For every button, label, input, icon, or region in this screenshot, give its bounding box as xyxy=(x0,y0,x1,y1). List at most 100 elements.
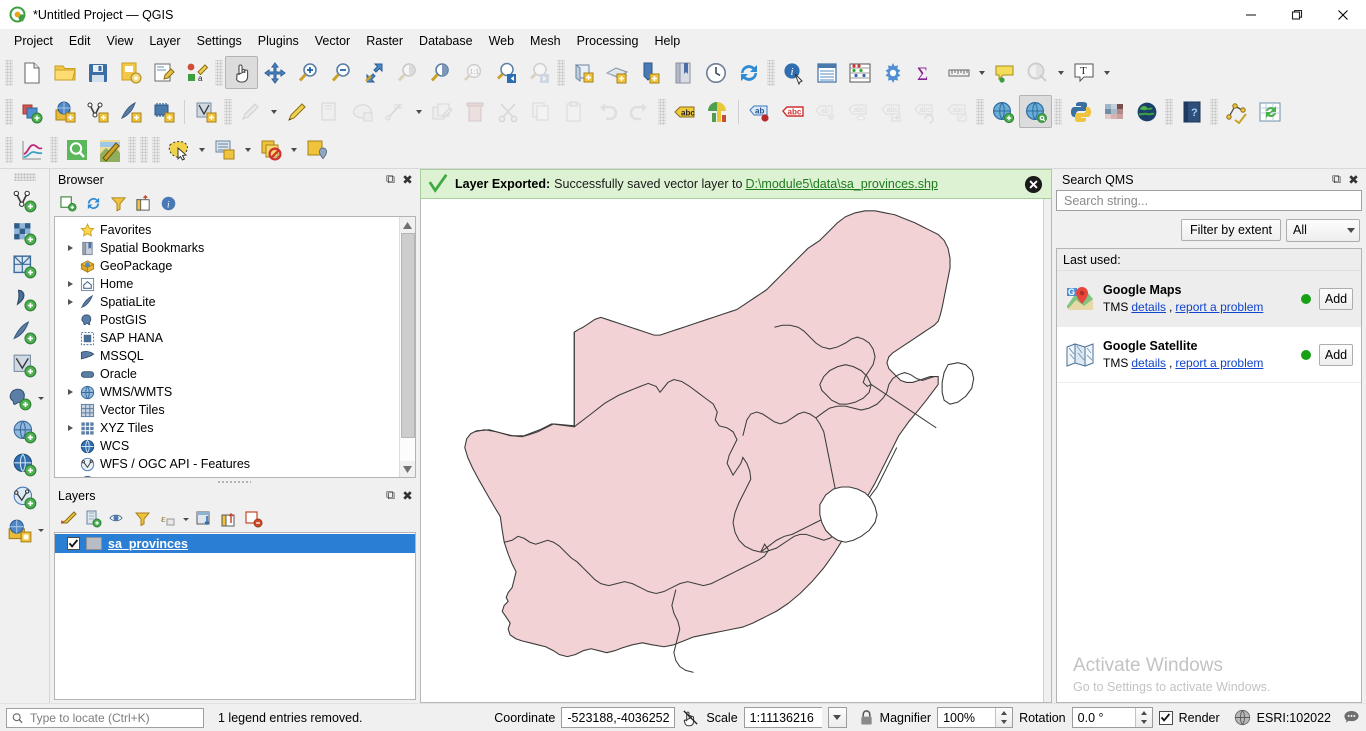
qms-result-google-satellite[interactable]: Google Satellite TMS details, report a p… xyxy=(1057,327,1361,383)
browser-item-mssql[interactable]: MSSQL xyxy=(55,347,399,365)
deselect-dropdown-arrow-icon[interactable] xyxy=(287,133,300,166)
new-gpkg-layer-icon[interactable] xyxy=(147,95,180,128)
qms-search-input[interactable] xyxy=(1062,192,1356,209)
menu-database[interactable]: Database xyxy=(411,31,481,51)
move-label-icon[interactable]: ab xyxy=(809,95,842,128)
undo-icon[interactable] xyxy=(590,95,623,128)
add-mesh-layer-icon[interactable] xyxy=(8,250,41,283)
new-spatialite-layer-icon[interactable] xyxy=(114,95,147,128)
diagram-properties-icon[interactable] xyxy=(701,95,734,128)
toolbar-grip[interactable] xyxy=(1165,98,1173,125)
menu-plugins[interactable]: Plugins xyxy=(250,31,307,51)
menu-edit[interactable]: Edit xyxy=(61,31,99,51)
collapse-all-icon[interactable] xyxy=(131,192,155,214)
zoom-native-resolution-icon[interactable]: 1:1 xyxy=(456,56,489,89)
browser-item-geopackage[interactable]: GeoPackage xyxy=(55,257,399,275)
magnifier-value[interactable]: 100% xyxy=(938,708,995,727)
toggle-editing-icon[interactable] xyxy=(234,95,267,128)
magnifier-spinbox[interactable]: 100% xyxy=(937,707,1014,728)
rotate-label-icon[interactable]: abc xyxy=(908,95,941,128)
toolbar-grip[interactable] xyxy=(5,136,13,163)
change-label-icon[interactable]: abc xyxy=(875,95,908,128)
layer-item-sa-provinces[interactable]: sa_provinces xyxy=(55,534,415,553)
messages-log-icon[interactable] xyxy=(1343,709,1360,726)
expand-all-icon[interactable] xyxy=(192,508,216,530)
message-file-link[interactable]: D:\module5\data\sa_provinces.shp xyxy=(745,177,937,191)
qms-details-link[interactable]: details xyxy=(1131,300,1166,314)
scrollbar-thumb[interactable] xyxy=(400,233,415,438)
add-selected-layers-icon[interactable] xyxy=(56,192,80,214)
qms-details-link[interactable]: details xyxy=(1131,356,1166,370)
lock-scale-icon[interactable] xyxy=(859,709,874,726)
render-checkbox[interactable] xyxy=(1158,710,1173,725)
add-wms-wmts-layer-icon[interactable] xyxy=(8,415,41,448)
browser-item-spatial-bookmarks[interactable]: Spatial Bookmarks xyxy=(55,239,399,257)
remove-layer-icon[interactable] xyxy=(242,508,266,530)
scroll-down-arrow-icon[interactable] xyxy=(399,461,415,477)
add-wms-layer-icon[interactable] xyxy=(48,95,81,128)
label-layer-icon[interactable]: abc xyxy=(668,95,701,128)
add-raster-layer-icon[interactable] xyxy=(8,217,41,250)
qms-results-list[interactable]: Last used: G Google Maps TMS details , r… xyxy=(1056,248,1362,703)
current-edits-icon[interactable] xyxy=(15,95,48,128)
layer-name-label[interactable]: sa_provinces xyxy=(108,537,188,551)
filter-legend-icon[interactable] xyxy=(131,508,155,530)
expand-arrow-icon[interactable] xyxy=(63,275,77,293)
menu-mesh[interactable]: Mesh xyxy=(522,31,569,51)
browser-close-icon[interactable]: ✖ xyxy=(400,172,415,187)
rotation-value[interactable]: 0.0 ° xyxy=(1073,708,1135,727)
save-layer-edits-icon[interactable] xyxy=(313,95,346,128)
globe-plugin-icon[interactable] xyxy=(1130,95,1163,128)
add-group-icon[interactable] xyxy=(81,508,105,530)
browser-item-wcs[interactable]: WCS xyxy=(55,437,399,455)
layers-float-icon[interactable]: ⧉ xyxy=(383,488,398,503)
manage-map-themes-icon[interactable] xyxy=(106,508,130,530)
zoom-next-icon[interactable] xyxy=(522,56,555,89)
refresh-icon[interactable] xyxy=(732,56,765,89)
save-project-icon[interactable] xyxy=(81,56,114,89)
new-virtual-layer-icon[interactable] xyxy=(189,95,222,128)
menu-view[interactable]: View xyxy=(98,31,141,51)
scroll-up-arrow-icon[interactable] xyxy=(399,217,415,233)
rotation-spinbox[interactable]: 0.0 ° xyxy=(1071,707,1153,728)
new-text-annotation-icon[interactable]: T xyxy=(1067,56,1100,89)
plugin-manager-icon[interactable] xyxy=(1097,95,1130,128)
vertex-tool-icon[interactable] xyxy=(379,95,412,128)
measure-dropdown-arrow-icon[interactable] xyxy=(975,56,988,89)
sum-statistics-icon[interactable]: Σ xyxy=(909,56,942,89)
filter-legend-by-expression-icon[interactable]: ε xyxy=(156,508,180,530)
map-canvas[interactable] xyxy=(420,199,1052,703)
browser-item-home[interactable]: Home xyxy=(55,275,399,293)
add-vector-layer-icon[interactable] xyxy=(8,184,41,217)
layers-tree[interactable]: sa_provinces xyxy=(54,532,416,700)
browser-item-sap-hana[interactable]: SAP HANA xyxy=(55,329,399,347)
select-features-icon[interactable] xyxy=(162,133,195,166)
new-print-layout-view-icon[interactable] xyxy=(633,56,666,89)
maximize-button[interactable] xyxy=(1274,0,1320,29)
modify-attributes-icon[interactable] xyxy=(425,95,458,128)
browser-float-icon[interactable]: ⧉ xyxy=(383,172,398,187)
scale-dropdown-arrow-icon[interactable] xyxy=(827,707,847,728)
minimize-button[interactable] xyxy=(1228,0,1274,29)
zoom-out-icon[interactable] xyxy=(324,56,357,89)
toggle-extents-icon[interactable] xyxy=(681,708,700,727)
browser-item-oracle[interactable]: Oracle xyxy=(55,365,399,383)
browser-item-favorites[interactable]: Favorites xyxy=(55,221,399,239)
add-postgis-layer-icon[interactable] xyxy=(3,382,36,415)
browser-tree[interactable]: Favorites Spatial Bookmarks GeoPackage Home… xyxy=(55,217,399,477)
menu-processing[interactable]: Processing xyxy=(569,31,647,51)
python-console-icon[interactable] xyxy=(1064,95,1097,128)
geopackage-dropdown-arrow-icon[interactable] xyxy=(36,520,46,542)
annotation-dropdown-arrow-icon[interactable] xyxy=(1100,56,1113,89)
redo-icon[interactable] xyxy=(623,95,656,128)
edit-pencil-icon[interactable] xyxy=(280,95,313,128)
select-features-dropdown-arrow-icon[interactable] xyxy=(195,133,208,166)
menu-vector[interactable]: Vector xyxy=(307,31,358,51)
menu-web[interactable]: Web xyxy=(481,31,522,51)
toolbar-grip[interactable] xyxy=(557,59,565,86)
edit-label-icon[interactable]: abc xyxy=(941,95,974,128)
open-field-calculator-icon[interactable] xyxy=(208,133,241,166)
menu-project[interactable]: Project xyxy=(6,31,61,51)
metasearch-add-icon[interactable] xyxy=(986,95,1019,128)
panel-splitter[interactable] xyxy=(50,478,418,485)
